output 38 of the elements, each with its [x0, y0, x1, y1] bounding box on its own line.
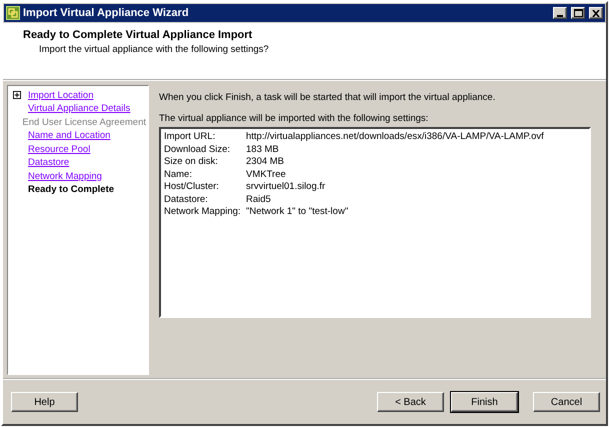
setting-label: Name: [164, 168, 193, 181]
step-item: Ready to Complete [28, 184, 114, 196]
close-button[interactable] [589, 7, 603, 19]
step-item[interactable]: Resource Pool [28, 144, 90, 155]
setting-value: 2304 MB [246, 156, 284, 168]
step-item[interactable]: Name and Location [28, 130, 110, 142]
step-item[interactable]: Import Location [28, 90, 94, 101]
page-subtitle: Import the virtual appliance with the following settings? [38, 44, 270, 55]
minimize-button[interactable] [553, 7, 567, 19]
wizard-button[interactable]: Finish [451, 392, 518, 412]
help-button[interactable]: Help [11, 392, 78, 412]
setting-value: VMKTree [246, 168, 286, 181]
window-title: Import Virtual Appliance Wizard [23, 7, 190, 19]
setting-value: 183 MB [246, 144, 279, 156]
setting-value: "Network 1" to "test-low" [246, 206, 348, 218]
expand-icon[interactable] [13, 91, 21, 100]
app-icon [6, 6, 20, 20]
wizard-button[interactable]: < Back [377, 392, 444, 412]
step-item: End User License Agreement [22, 116, 146, 128]
setting-label: Import URL: [164, 131, 216, 144]
close-icon [592, 10, 600, 16]
setting-label: Network Mapping: [164, 206, 242, 218]
step-item[interactable]: Network Mapping [28, 170, 102, 182]
setting-value: http://virtualappliances.net/downloads/esx/i386/VA-LAMP/VA-LAMP.ovf [246, 131, 544, 144]
maximize-button[interactable] [571, 7, 585, 19]
setting-value: Raid5 [246, 194, 271, 206]
intro-text: When you click Finish, a task will be started that will import the virtual appliance. [159, 92, 496, 103]
setting-value: srvvirtuel01.silog.fr [246, 181, 326, 194]
setting-label: Host/Cluster: [164, 181, 220, 194]
page-title: Ready to Complete Virtual Appliance Import [23, 29, 254, 41]
setting-label: Download Size: [164, 144, 232, 156]
step-item[interactable]: Datastore [28, 157, 70, 168]
maximize-icon [574, 9, 582, 17]
setting-label: Size on disk: [164, 156, 219, 168]
wizard-button[interactable]: Cancel [533, 392, 600, 412]
step-item[interactable]: Virtual Appliance Details [28, 103, 130, 114]
setting-label: Datastore: [164, 194, 209, 206]
settings-caption: The virtual appliance will be imported with the following settings: [159, 113, 430, 124]
